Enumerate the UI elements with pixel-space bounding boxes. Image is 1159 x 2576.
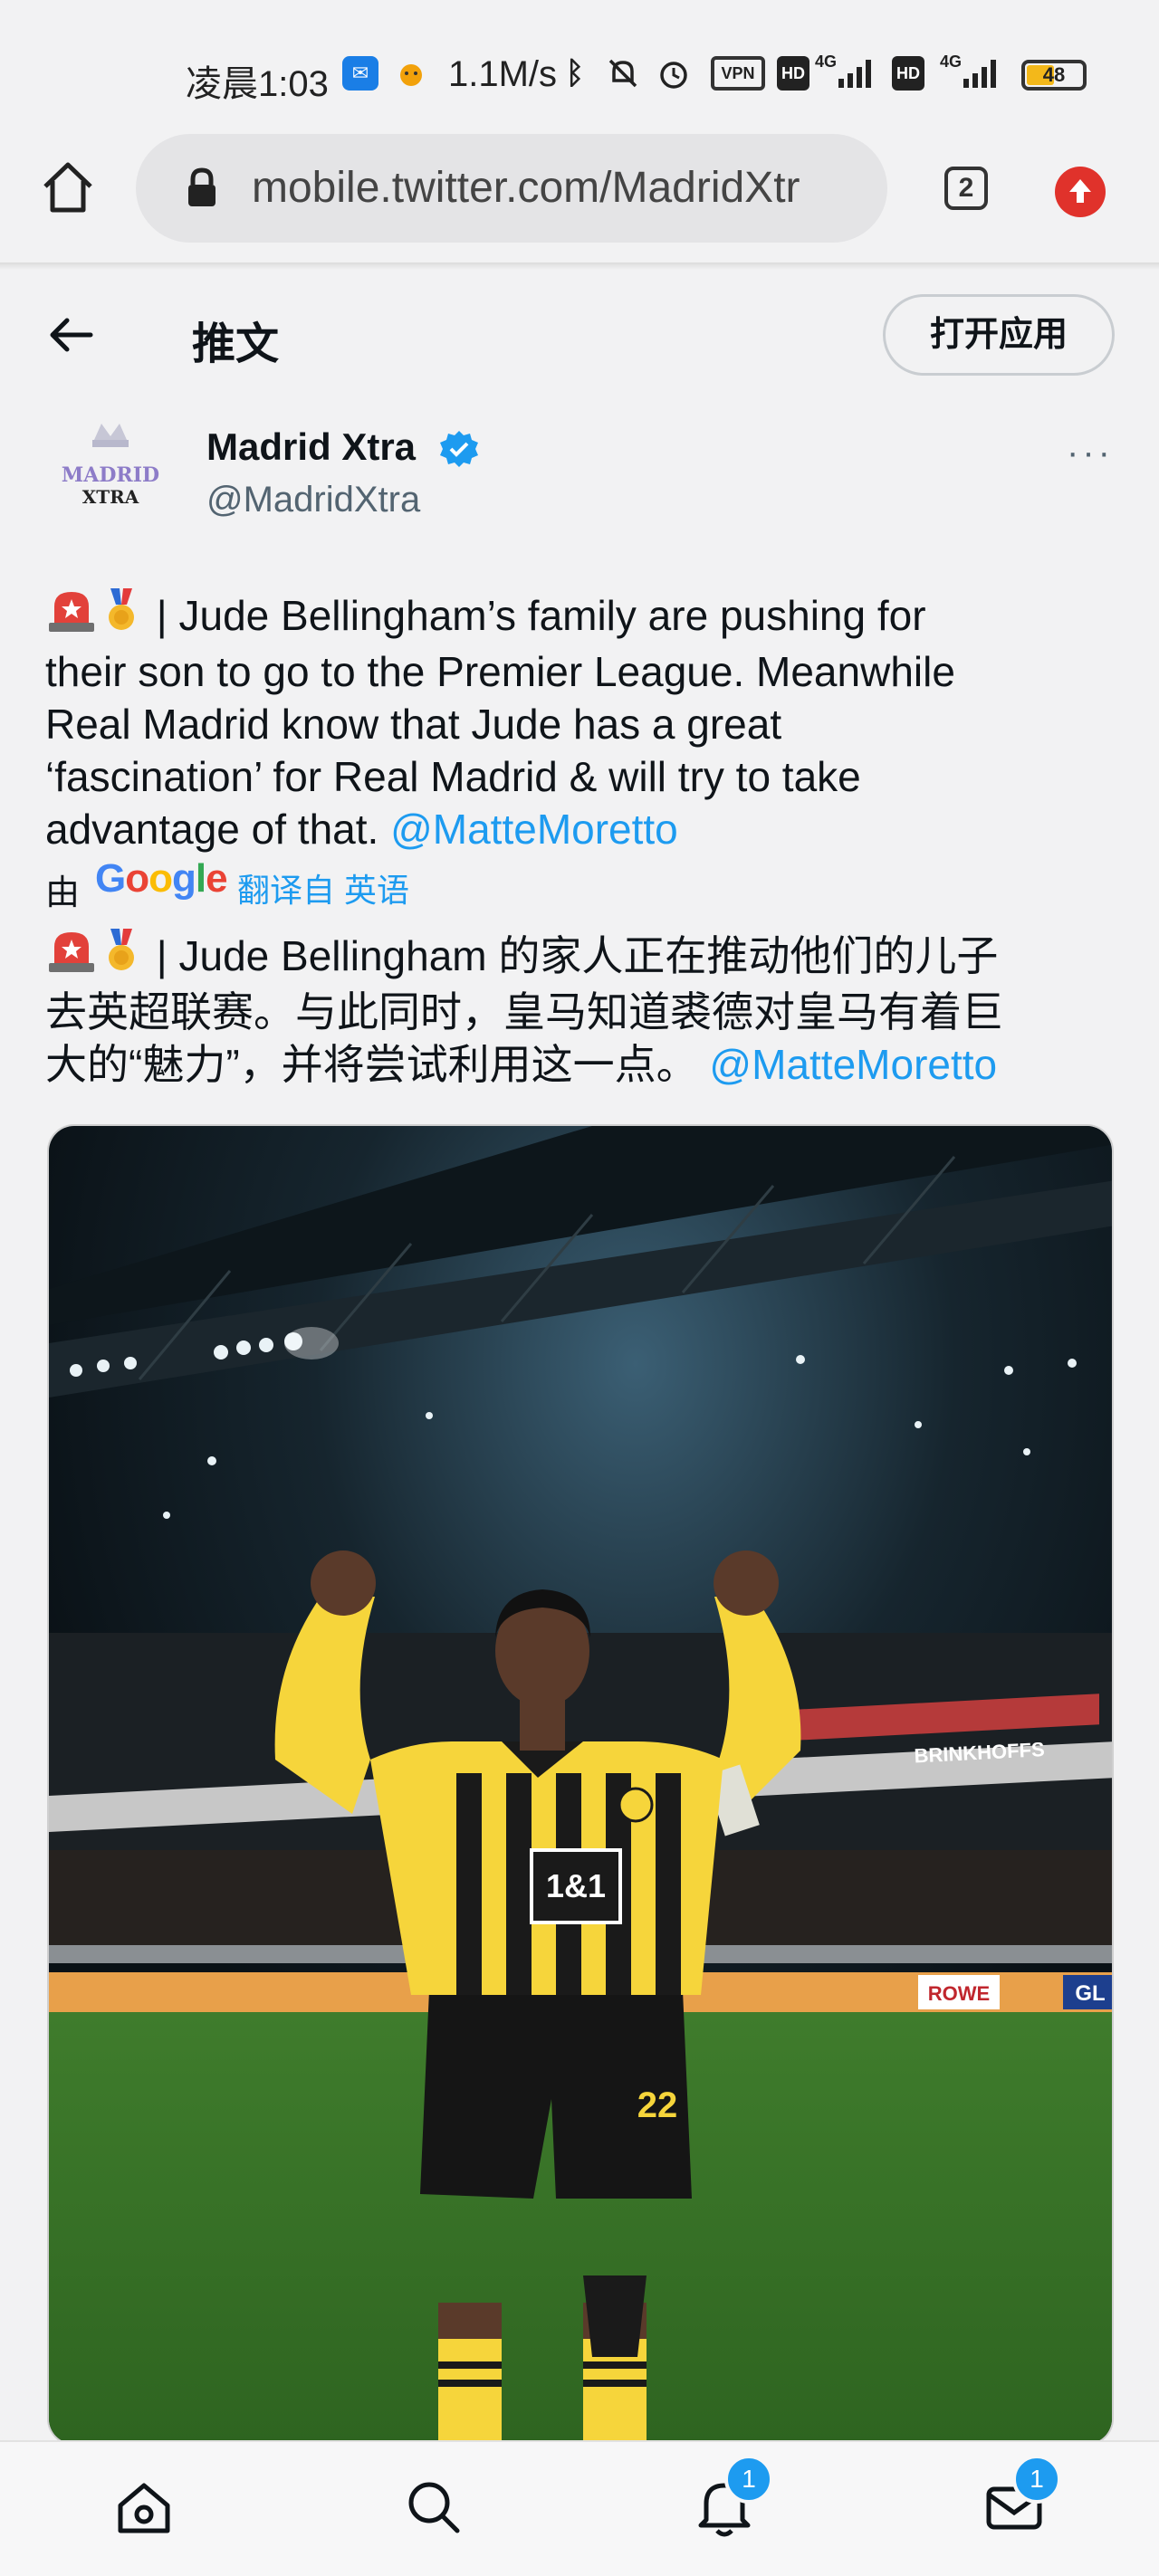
hd-indicator-2: HD	[892, 56, 924, 91]
tweet-line-2: their son to go to the Premier League. M…	[45, 648, 955, 695]
more-options-button[interactable]: ···	[1067, 433, 1114, 473]
google-logo-icon: Google	[95, 856, 228, 901]
tweet-line-1: | Jude Bellingham’s family are pushing f…	[45, 587, 1114, 645]
avatar[interactable]: MADRID XTRA	[47, 404, 174, 530]
translated-mention-link[interactable]: @MatteMoretto	[709, 1041, 997, 1088]
battery-icon: 48	[1021, 60, 1087, 91]
avatar-text-bottom: XTRA	[82, 486, 139, 508]
mute-bell-icon	[603, 56, 643, 91]
signal-icon-1	[833, 56, 880, 91]
alarm-icon	[654, 56, 694, 91]
status-time: 凌晨1:03	[186, 64, 329, 104]
update-icon[interactable]	[1055, 167, 1106, 217]
tweet-line-3: Real Madrid know that Jude has a great	[45, 701, 782, 748]
translation-by-label: 由	[45, 874, 81, 912]
hd-indicator-1: HD	[777, 56, 809, 91]
verified-badge-icon	[438, 429, 480, 471]
tweet-line-4: ‘fascination’ for Real Madrid & will try…	[45, 753, 861, 800]
lock-icon	[184, 167, 220, 210]
signal-icon-2	[958, 56, 1005, 91]
perimeter-board-edge-text: GL	[1075, 1981, 1105, 2006]
vpn-indicator: VPN	[711, 56, 765, 91]
back-arrow-icon[interactable]	[43, 312, 98, 358]
network-speed: 1.1M/s	[448, 54, 558, 94]
nav-search-icon[interactable]	[398, 2471, 470, 2543]
home-icon[interactable]	[36, 156, 100, 219]
messages-badge: 1	[1012, 2455, 1061, 2504]
toolbar-divider	[0, 262, 1159, 270]
open-app-button[interactable]: 打开应用	[883, 294, 1115, 376]
avatar-text-top: MADRID	[62, 463, 159, 487]
tweet-photo[interactable]: BRINKHOFFS ROWE GL 22 1&1	[47, 1124, 1114, 2446]
translation-link[interactable]: 翻译自 英语	[237, 864, 409, 911]
handle[interactable]: @MadridXtra	[206, 480, 420, 520]
tabs-button[interactable]: 2	[944, 167, 988, 210]
display-name[interactable]: Madrid Xtra	[206, 425, 416, 469]
shorts-number: 22	[637, 2085, 678, 2125]
sponsor-text: 1&1	[546, 1867, 606, 1904]
notifications-badge: 1	[724, 2455, 773, 2504]
translated-text: | Jude Bellingham 的家人正在推动他们的儿子 去英超联赛。与此同…	[45, 927, 1114, 1091]
tweet-text: | Jude Bellingham’s family are pushing f…	[45, 587, 1114, 855]
translated-line-2: 去英超联赛。与此同时，皇马知道裘德对皇马有着巨	[45, 988, 1003, 1035]
tweet-line-5: advantage of that. @MatteMoretto	[45, 806, 678, 853]
siren-emoji-icon	[45, 587, 98, 645]
app-notification-icon	[393, 56, 429, 91]
url-text[interactable]: mobile.twitter.com/MadridXtr	[252, 159, 867, 217]
battery-level: 48	[1042, 63, 1066, 86]
medal-emoji-icon	[98, 587, 145, 645]
mention-link[interactable]: @MatteMoretto	[390, 806, 678, 853]
mail-app-icon: ✉	[342, 56, 378, 91]
medal-emoji-icon	[98, 927, 145, 986]
translated-line-1: | Jude Bellingham 的家人正在推动他们的儿子	[45, 927, 1114, 986]
perimeter-board-text: ROWE	[928, 1982, 990, 2005]
nav-home-icon[interactable]	[108, 2471, 180, 2543]
translated-line-3: 大的“魅力”，并将尝试利用这一点。 @MatteMoretto	[45, 1041, 998, 1088]
siren-emoji-icon	[45, 927, 98, 986]
page-title: 推文	[192, 320, 280, 368]
bluetooth-icon: ᛒ	[565, 55, 585, 91]
